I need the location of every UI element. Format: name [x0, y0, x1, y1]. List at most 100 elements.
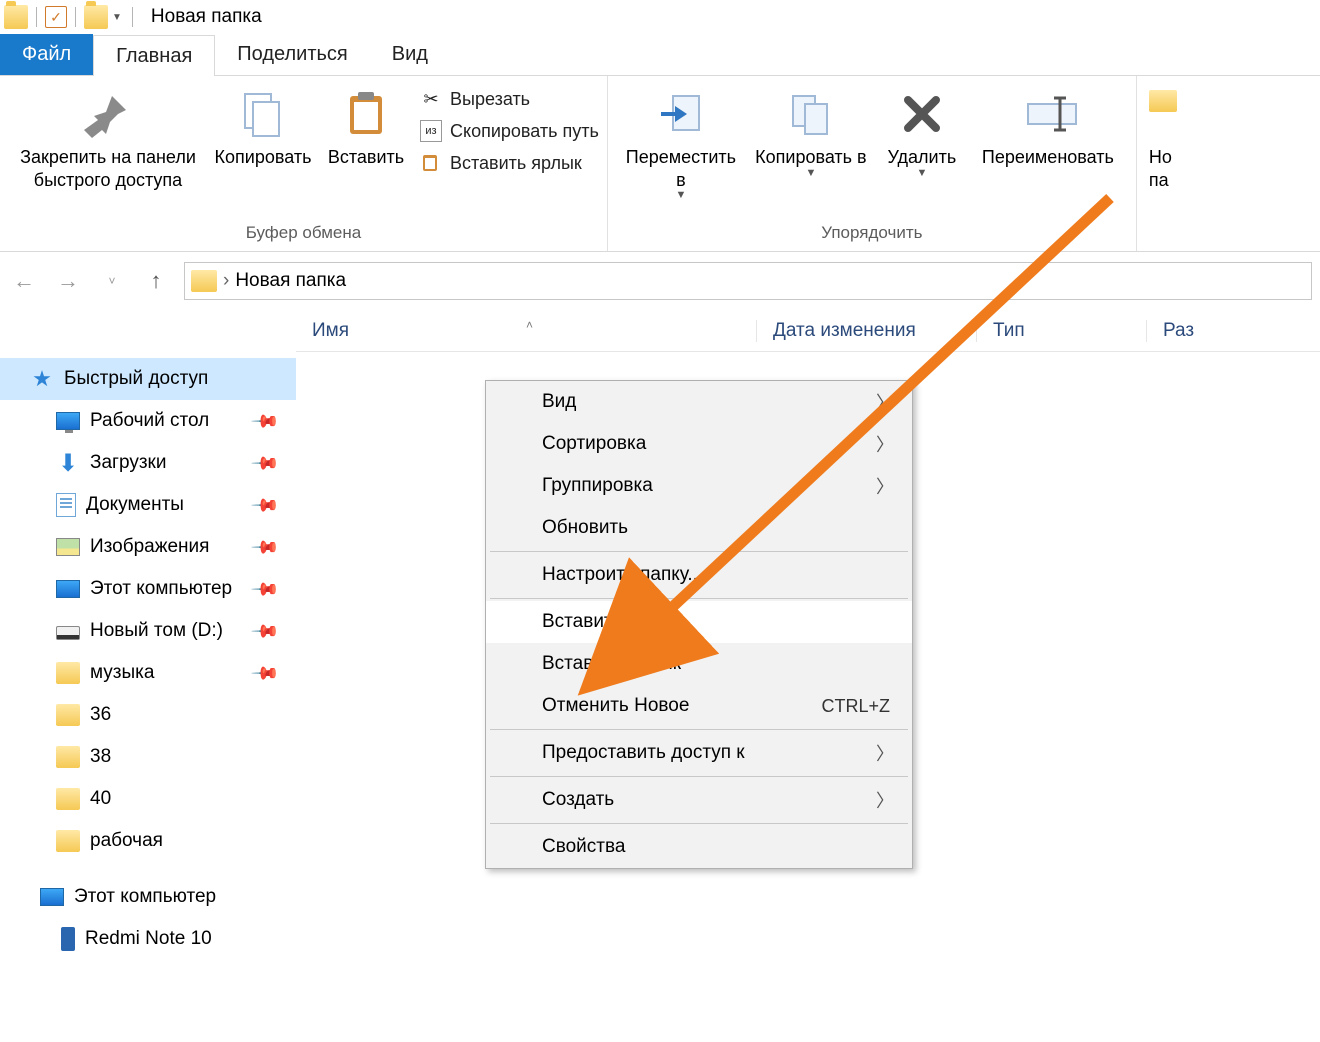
pin-icon: 📌 [249, 658, 280, 689]
sidebar-item-label: Этот компьютер [90, 578, 232, 600]
sidebar-item[interactable]: 38 [0, 736, 296, 778]
sidebar-quick-access[interactable]: ★ Быстрый доступ [0, 358, 296, 400]
sidebar-this-pc[interactable]: Этот компьютер [0, 876, 296, 918]
chevron-right-icon: 〉 [876, 473, 894, 499]
delete-x-icon [898, 90, 946, 138]
sidebar-item[interactable]: музыка 📌 [0, 652, 296, 694]
sidebar-item[interactable]: 40 [0, 778, 296, 820]
folder-icon [191, 270, 217, 292]
sidebar-this-pc-label: Этот компьютер [74, 886, 216, 908]
cm-paste-shortcut-label: Вставить ярлык [542, 653, 681, 675]
tab-file[interactable]: Файл [0, 34, 93, 75]
copy-to-icon [787, 90, 835, 138]
cm-give-access[interactable]: Предоставить доступ к 〉 [486, 732, 912, 774]
window-title: Новая папка [151, 6, 262, 28]
delete-button[interactable]: Удалить ▼ [876, 82, 968, 184]
tab-share[interactable]: Поделиться [215, 34, 369, 75]
chevron-right-icon: 〉 [876, 389, 894, 415]
rename-label: Переименовать [982, 146, 1114, 169]
breadcrumb-item[interactable]: Новая папка [235, 270, 346, 292]
chevron-down-icon: ▼ [805, 167, 816, 181]
copy-icon [239, 90, 287, 138]
sidebar-item[interactable]: Изображения📌 [0, 526, 296, 568]
ribbon-group-new-partial: Но па [1137, 76, 1193, 251]
cm-customize[interactable]: Настроить папку... [486, 554, 912, 596]
sidebar-item[interactable]: 36 [0, 694, 296, 736]
address-bar[interactable]: › Новая папка [184, 262, 1312, 300]
history-dropdown[interactable]: ˅ [96, 265, 128, 297]
cut-label: Вырезать [450, 89, 530, 110]
up-button[interactable]: ↑ [140, 265, 172, 297]
ribbon-group-organize: Переместить в ▼ Копировать в ▼ Удалить ▼ [608, 76, 1137, 251]
chevron-down-icon: ▼ [675, 189, 686, 203]
cm-paste[interactable]: Вставить [486, 601, 912, 643]
cm-undo[interactable]: Отменить Новое CTRL+Z [486, 685, 912, 727]
cm-paste-shortcut[interactable]: Вставить ярлык [486, 643, 912, 685]
sidebar-item[interactable]: Рабочий стол📌 [0, 400, 296, 442]
cm-separator [490, 551, 908, 552]
move-to-label: Переместить в [620, 146, 742, 191]
breadcrumb-chevron-icon[interactable]: › [223, 270, 229, 292]
back-button[interactable]: ← [8, 265, 40, 297]
sidebar-item[interactable]: Новый том (D:)📌 [0, 610, 296, 652]
cm-view[interactable]: Вид 〉 [486, 381, 912, 423]
column-name-label: Имя [312, 320, 349, 341]
cm-separator [490, 598, 908, 599]
copy-to-button[interactable]: Копировать в ▼ [746, 82, 876, 184]
copy-button[interactable]: Копировать [208, 82, 318, 173]
sidebar-item-label: Документы [86, 494, 184, 516]
rename-button[interactable]: Переименовать [968, 82, 1128, 173]
move-to-button[interactable]: Переместить в ▼ [616, 82, 746, 207]
cm-refresh[interactable]: Обновить [486, 507, 912, 549]
column-date[interactable]: Дата изменения [756, 320, 976, 342]
context-menu: Вид 〉 Сортировка 〉 Группировка 〉 Обновит… [485, 380, 913, 869]
qat-dropdown-icon[interactable]: ▼ [112, 12, 122, 23]
paste-button[interactable]: Вставить [318, 82, 414, 173]
folder-icon [56, 830, 80, 852]
paste-shortcut-button[interactable]: Вставить ярлык [420, 152, 599, 174]
cut-button[interactable]: ✂ Вырезать [420, 88, 599, 110]
paste-icon [342, 90, 390, 138]
chevron-right-icon: 〉 [876, 740, 894, 766]
tab-view[interactable]: Вид [370, 34, 450, 75]
pin-to-quick-access-button[interactable]: Закрепить на панели быстрого доступа [8, 82, 208, 195]
cm-group[interactable]: Группировка 〉 [486, 465, 912, 507]
column-type[interactable]: Тип [976, 320, 1146, 342]
qat-separator [132, 7, 133, 27]
chevron-right-icon: 〉 [876, 431, 894, 457]
computer-icon [56, 580, 80, 598]
cm-properties[interactable]: Свойства [486, 826, 912, 868]
cm-group-label: Группировка [542, 475, 653, 497]
cm-undo-shortcut: CTRL+Z [821, 696, 890, 717]
sidebar-item[interactable]: Этот компьютер📌 [0, 568, 296, 610]
tab-strip: Файл Главная Поделиться Вид [0, 34, 1320, 76]
paste-shortcut-label: Вставить ярлык [450, 153, 582, 174]
sidebar: ★ Быстрый доступ Рабочий стол📌⬇Загрузки📌… [0, 352, 296, 960]
tab-home[interactable]: Главная [93, 35, 215, 76]
copy-path-button[interactable]: из Скопировать путь [420, 120, 599, 142]
sidebar-item-label: музыка [90, 662, 154, 684]
sidebar-item[interactable]: ⬇Загрузки📌 [0, 442, 296, 484]
cm-sort[interactable]: Сортировка 〉 [486, 423, 912, 465]
column-size[interactable]: Раз [1146, 320, 1210, 342]
phone-icon [61, 927, 75, 951]
column-name[interactable]: Имя ˄ [296, 320, 756, 342]
sidebar-item-label: 40 [90, 788, 111, 810]
pin-icon [84, 90, 132, 138]
img-icon [56, 538, 80, 556]
copy-path-icon: из [420, 120, 442, 142]
qat-properties-icon[interactable]: ✓ [45, 6, 67, 28]
qat-separator [75, 7, 76, 27]
sidebar-phone[interactable]: Redmi Note 10 [0, 918, 296, 960]
new-folder-button-partial[interactable]: Но па [1145, 82, 1185, 195]
copy-label: Копировать [215, 146, 312, 169]
copy-to-label: Копировать в [755, 146, 866, 169]
sidebar-item[interactable]: Документы📌 [0, 484, 296, 526]
disk-icon [56, 626, 80, 640]
sidebar-item[interactable]: рабочая [0, 820, 296, 862]
cm-paste-label: Вставить [542, 611, 623, 633]
sidebar-quick-access-label: Быстрый доступ [64, 368, 208, 390]
forward-button[interactable]: → [52, 265, 84, 297]
cm-create[interactable]: Создать 〉 [486, 779, 912, 821]
move-to-icon [657, 90, 705, 138]
